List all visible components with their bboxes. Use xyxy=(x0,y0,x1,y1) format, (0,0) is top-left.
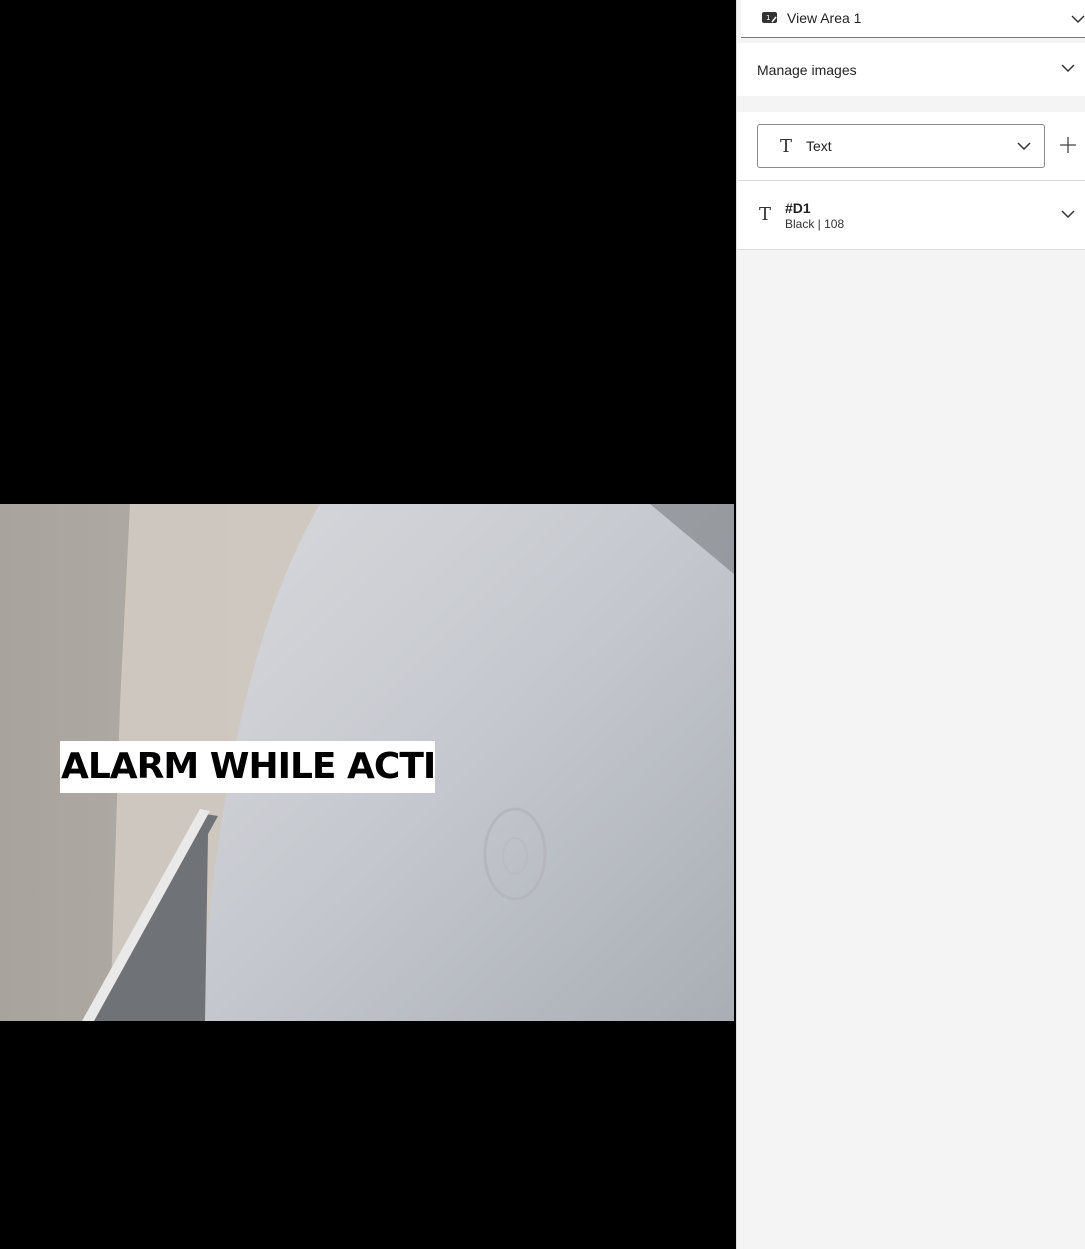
overlay-type-section: T Text xyxy=(737,112,1085,181)
chevron-down-icon[interactable] xyxy=(1060,207,1076,221)
view-area-select[interactable]: 1 View Area 1 xyxy=(741,0,1085,38)
chevron-down-icon xyxy=(1071,15,1085,24)
svg-text:1: 1 xyxy=(766,14,770,22)
manage-images-section[interactable]: Manage images xyxy=(737,43,1085,96)
add-overlay-button[interactable] xyxy=(1059,136,1077,154)
overlay-type-label: Text xyxy=(806,138,832,154)
text-overlay[interactable]: ALARM WHILE ACTIVE xyxy=(60,741,435,793)
chevron-down-icon xyxy=(1017,142,1031,151)
settings-panel: 1 View Area 1 Manage images T Text T #D1… xyxy=(736,0,1085,1249)
overlay-list-item[interactable]: T #D1 Black | 108 xyxy=(737,181,1085,250)
overlay-item-title: #D1 xyxy=(785,200,811,216)
overlay-item-subtitle: Black | 108 xyxy=(785,217,845,231)
text-t-icon: T xyxy=(780,136,793,157)
text-t-icon: T xyxy=(759,204,772,225)
manage-images-label: Manage images xyxy=(757,62,857,78)
view-area-icon: 1 xyxy=(762,12,777,23)
chevron-down-icon xyxy=(1061,64,1075,73)
overlay-type-select[interactable]: T Text xyxy=(757,124,1045,168)
video-viewport: ALARM WHILE ACTIVE xyxy=(0,0,736,1249)
view-area-label: View Area 1 xyxy=(787,10,862,26)
